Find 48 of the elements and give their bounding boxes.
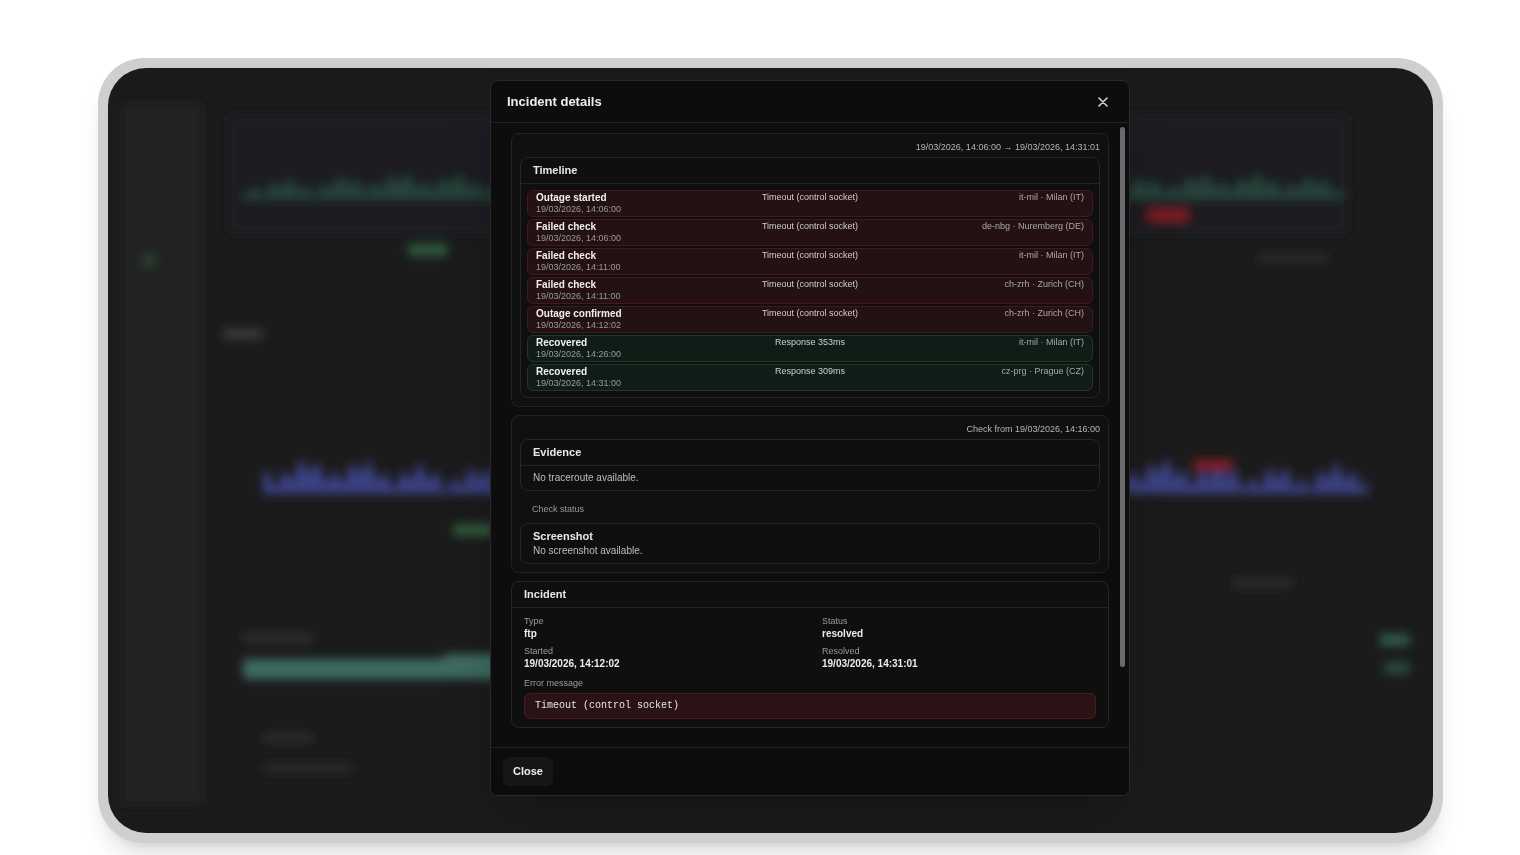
event-location: it-mil · Milan (IT) [1019,250,1084,261]
event-detail: Timeout (control socket) [761,279,859,290]
timeline-heading: Timeline [533,164,579,177]
event-detail: Timeout (control socket) [761,192,859,203]
event-location: it-mil · Milan (IT) [1019,337,1084,348]
event-title: Failed check [536,221,597,233]
field-label: Status [822,616,848,627]
traceroute-message: No traceroute available. [533,472,640,484]
event-time: 19/03/2026, 14:26:00 [536,349,622,360]
field-value: ftp [524,627,537,640]
event-time: 19/03/2026, 14:12:02 [536,320,622,331]
date-range-text: 19/03/2026, 14:06:00 → 19/03/2026, 14:31:01 [915,142,1100,153]
event-title: Outage started [536,192,607,204]
field-label: Started [524,646,554,657]
field-value: 19/03/2026, 14:12:02 [524,657,620,670]
event-title: Outage confirmed [536,308,622,320]
event-location: ch-zrh · Zurich (CH) [1004,308,1084,319]
field-label: Resolved [822,646,860,657]
event-time: 19/03/2026, 14:11:00 [536,291,621,302]
evidence-heading: Evidence [533,446,583,459]
event-location: de-nbg · Nuremberg (DE) [981,221,1084,232]
event-detail: Timeout (control socket) [761,221,859,232]
event-title: Recovered [536,366,588,378]
event-title: Recovered [536,337,588,349]
field-value: resolved [822,627,864,640]
event-time: 19/03/2026, 14:06:00 [536,204,622,215]
incident-heading: Incident [524,588,568,601]
event-title: Failed check [536,250,597,262]
check-status-label: Check status [532,504,585,514]
event-detail: Timeout (control socket) [761,308,859,319]
field-label: Type [524,616,544,627]
error-label: Error message [524,678,584,689]
event-location: it-mil · Milan (IT) [1019,192,1084,203]
dialog-title: Incident details [507,92,602,111]
event-time: 19/03/2026, 14:06:00 [536,233,622,244]
screenshot-message: No screenshot available. [533,545,644,557]
event-time: 19/03/2026, 14:31:00 [536,378,622,389]
field-value: 19/03/2026, 14:31:01 [822,657,918,670]
event-detail: Response 309ms [774,366,845,377]
event-title: Failed check [536,279,597,291]
event-time: 19/03/2026, 14:11:00 [536,262,621,273]
event-location: cz-prg · Prague (CZ) [1001,366,1084,377]
event-location: ch-zrh · Zurich (CH) [1004,279,1084,290]
error-message: Timeout (control socket) [524,693,1096,719]
screenshot-heading: Screenshot [533,530,594,543]
event-detail: Timeout (control socket) [761,250,859,261]
check-from-text: Check from 19/03/2026, 14:16:00 [966,424,1100,435]
event-detail: Response 353ms [774,337,845,348]
